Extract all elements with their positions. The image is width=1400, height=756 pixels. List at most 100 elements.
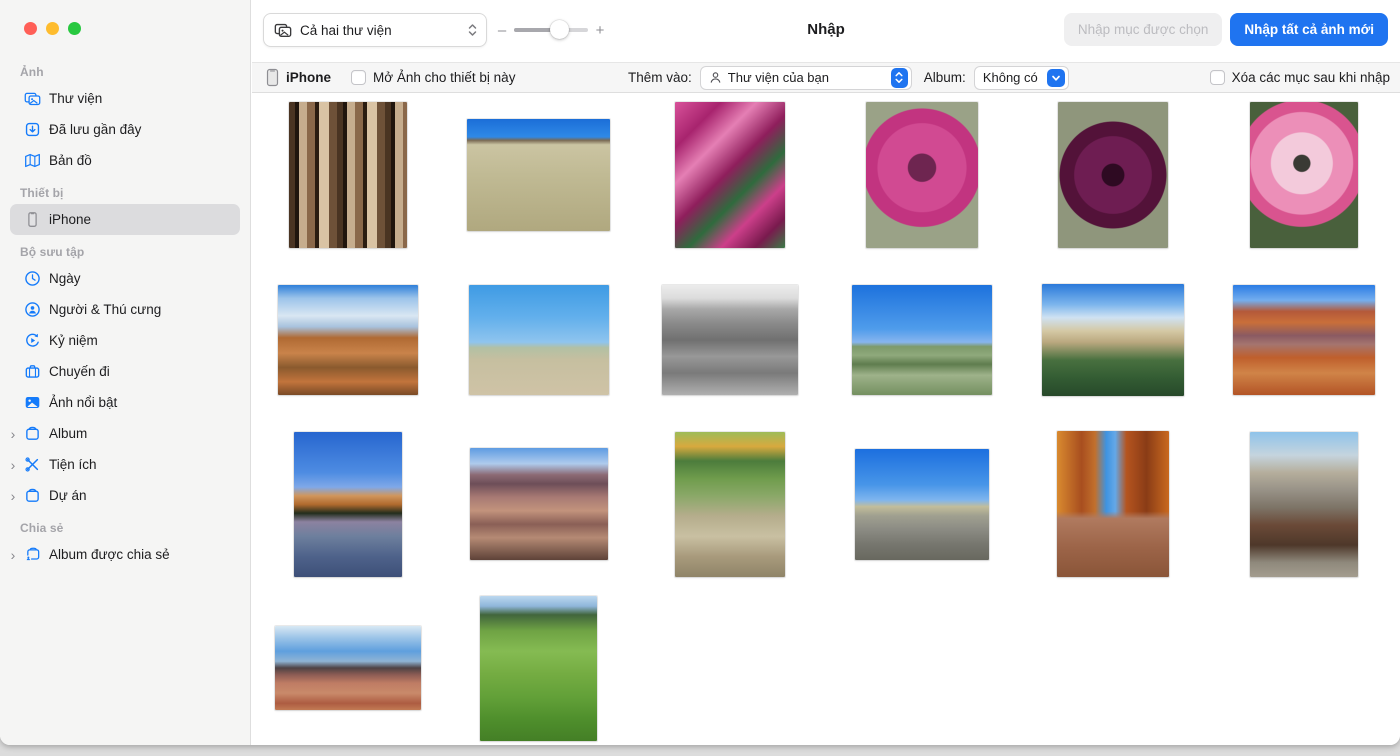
photo-thumbnail-hazy-desert-plain[interactable] [469,285,609,395]
photo-grid-cell [1017,284,1208,396]
sidebar-item-shared-albums[interactable]: ›Album được chia sẻ [10,539,240,570]
sidebar-item-label: Dự án [49,488,87,503]
sidebar-item-trips[interactable]: Chuyến đi [10,356,240,387]
chevron-right-icon[interactable]: › [6,458,20,472]
delete-after-import-checkbox[interactable] [1210,70,1225,85]
sidebar-item-utilities[interactable]: ›Tiện ích [10,449,240,480]
photo-thumbnail-green-meadow[interactable] [480,596,597,741]
photo-grid [252,94,1400,741]
clock-icon [24,270,41,287]
photo-thumbnail-purple-tulip[interactable] [1058,102,1168,248]
photo-thumbnail-desert-highway[interactable] [855,449,989,560]
album-label: Album: [924,70,966,85]
photo-grid-row [252,102,1400,248]
sidebar-section-header: Ảnh [0,55,250,83]
photo-thumbnail-painted-desert[interactable] [275,626,421,710]
photo-thumbnail-river-cliff-reflection[interactable] [294,432,402,577]
photo-grid-cell [1209,102,1400,248]
person-icon [24,301,41,318]
photo-thumbnail-bryce-canyon-hoodoos[interactable] [278,285,418,395]
chevron-right-icon[interactable]: › [6,489,20,503]
photo-thumbnail-tree-bark[interactable] [289,102,407,248]
sidebar-item-people-pets[interactable]: Người & Thú cưng [10,294,240,325]
photo-grid-cell [826,284,1017,396]
photo-grid-cell [252,102,443,248]
close-window-button[interactable] [24,22,37,35]
toolbar: Cả hai thư viện – + Nhập Nhập mục được c… [252,0,1400,62]
photo-grid-cell [443,595,634,741]
sidebar-item-library[interactable]: Thư viện [10,83,240,114]
photo-thumbnail-green-prairie[interactable] [852,285,992,395]
sidebar-item-label: Chuyến đi [49,364,110,379]
photo-thumbnail-canyon-dirt-road[interactable] [1057,431,1169,577]
photo-grid-cell [1209,431,1400,577]
sidebar: Ảnh Thư viện Đã lưu gần đây Bản đồ Thiết bị i… [0,0,251,745]
shared-icon [24,546,41,563]
sidebar-item-label: Đã lưu gần đây [49,122,141,137]
photo-thumbnail-pink-white-tulip[interactable] [1250,102,1358,248]
photo-thumbnail-red-rock-cliffs[interactable] [1233,285,1375,395]
sidebar-item-projects[interactable]: ›Dự án [10,480,240,511]
import-selected-button[interactable]: Nhập mục được chọn [1064,13,1222,46]
saved-icon [24,121,41,138]
window-controls [0,0,250,35]
sidebar-item-label: Ngày [49,271,81,286]
sidebar-item-albums[interactable]: ›Album [10,418,240,449]
photo-thumbnail-grassy-butte[interactable] [467,119,610,231]
sidebar-item-label: Kỷ niệm [49,333,98,348]
sidebar-sections: Ảnh Thư viện Đã lưu gần đây Bản đồ Thiết bị i… [0,55,250,570]
zoom-window-button[interactable] [68,22,81,35]
memories-icon [24,332,41,349]
sidebar-item-label: Thư viện [49,91,102,106]
add-to-value: Thư viện của bạn [728,70,883,85]
device-import-bar: iPhone Mở Ảnh cho thiết bị này Thêm vào:… [252,62,1400,93]
sidebar-section-header: Chia sẻ [0,511,250,539]
photo-grid-row [252,595,1400,741]
featured-icon [24,394,41,411]
photo-grid-cell [443,284,634,396]
photo-thumbnail-desert-creek[interactable] [675,432,785,577]
chevron-down-icon [1047,69,1065,87]
photo-grid-cell [443,102,634,248]
photos-app-window: Ảnh Thư viện Đã lưu gần đây Bản đồ Thiết bị i… [0,0,1400,745]
photo-grid-cell [635,284,826,396]
photo-thumbnail-bw-badlands[interactable] [662,285,798,395]
photo-grid-cell [252,595,443,741]
photo-thumbnail-white-domes-pines[interactable] [1042,284,1184,396]
photo-thumbnail-petrified-wood[interactable] [1250,432,1358,577]
album-icon [24,487,41,504]
trip-icon [24,363,41,380]
sidebar-item-label: Album [49,426,87,441]
open-photos-checkbox[interactable] [351,70,366,85]
photo-grid-cell [1209,284,1400,396]
photo-thumbnail-magenta-orchids[interactable] [675,102,785,248]
photo-grid-cell [826,431,1017,577]
chevron-right-icon[interactable]: › [6,548,20,562]
chevron-right-icon[interactable]: › [6,427,20,441]
sidebar-item-map[interactable]: Bản đồ [10,145,240,176]
album-dropdown[interactable]: Không có [974,66,1069,90]
photo-grid-cell [1017,431,1208,577]
sidebar-item-label: Bản đồ [49,153,92,168]
import-photo-grid-area [252,94,1400,745]
album-icon [24,425,41,442]
sidebar-item-recently-saved[interactable]: Đã lưu gần đây [10,114,240,145]
sidebar-item-label: Ảnh nổi bật [49,395,117,410]
photo-grid-row [252,431,1400,577]
import-all-button[interactable]: Nhập tất cả ảnh mới [1230,13,1388,46]
photo-grid-cell [826,102,1017,248]
sidebar-section-header: Thiết bị [0,176,250,204]
sidebar-item-featured-photos[interactable]: Ảnh nổi bật [10,387,240,418]
photo-thumbnail-grand-canyon[interactable] [470,448,608,560]
photo-grid-cell [635,431,826,577]
photo-thumbnail-pink-tulip[interactable] [866,102,978,248]
sidebar-item-days[interactable]: Ngày [10,263,240,294]
album-value: Không có [983,70,1038,85]
open-photos-label: Mở Ảnh cho thiết bị này [373,70,515,85]
photo-grid-row [252,284,1400,396]
minimize-window-button[interactable] [46,22,59,35]
sidebar-item-label: iPhone [49,212,91,227]
add-to-dropdown[interactable]: Thư viện của bạn [700,66,912,90]
sidebar-item-memories[interactable]: Kỷ niệm [10,325,240,356]
sidebar-item-iphone[interactable]: iPhone [10,204,240,235]
